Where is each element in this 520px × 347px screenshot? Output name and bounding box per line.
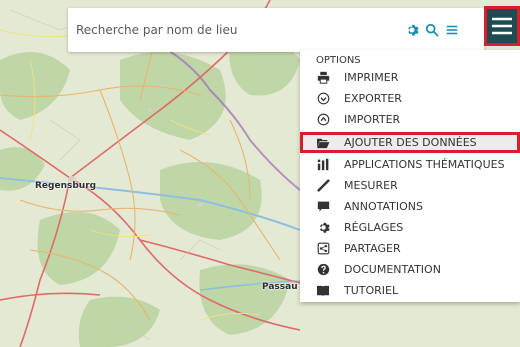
print-icon bbox=[316, 71, 330, 85]
menu-item-documentation[interactable]: DOCUMENTATION bbox=[300, 259, 520, 280]
menu-item-applications-thematiques[interactable]: APPLICATIONS THÉMATIQUES bbox=[300, 154, 520, 175]
menu-item-annotations[interactable]: ANNOTATIONS bbox=[300, 196, 520, 217]
map-label-passau: Passau bbox=[262, 282, 298, 292]
menu-item-importer[interactable]: IMPORTER bbox=[300, 109, 520, 130]
settings-icon bbox=[316, 221, 330, 235]
menu-item-ajouter-des-donnees[interactable]: AJOUTER DES DONNÉES bbox=[300, 132, 520, 153]
menu-item-mesurer[interactable]: MESURER bbox=[300, 175, 520, 196]
options-menu-title: OPTIONS bbox=[316, 55, 361, 66]
search-input[interactable] bbox=[76, 20, 376, 40]
search-bar bbox=[68, 8, 484, 52]
comment-icon bbox=[316, 200, 330, 214]
menu-item-partager[interactable]: PARTAGER bbox=[300, 238, 520, 259]
export-icon bbox=[316, 92, 330, 106]
menu-item-exporter[interactable]: EXPORTER bbox=[300, 88, 520, 109]
map-label-regensburg: Regensburg bbox=[35, 181, 97, 191]
search-icon[interactable] bbox=[422, 20, 442, 40]
options-menu: OPTIONS IMPRIMER EXPORTER IMPORTER AJOUT… bbox=[300, 50, 520, 302]
list-icon[interactable] bbox=[442, 20, 462, 40]
help-icon bbox=[316, 263, 330, 277]
thematic-apps-icon bbox=[316, 158, 330, 172]
main-menu-button[interactable] bbox=[484, 6, 520, 46]
hamburger-icon bbox=[492, 17, 512, 35]
settings-gear-icon[interactable] bbox=[402, 20, 422, 40]
menu-item-reglages[interactable]: RÉGLAGES bbox=[300, 217, 520, 238]
ruler-icon bbox=[316, 179, 330, 193]
menu-item-imprimer[interactable]: IMPRIMER bbox=[300, 67, 520, 88]
menu-item-tutoriel[interactable]: TUTORIEL bbox=[300, 280, 520, 301]
import-icon bbox=[316, 113, 330, 127]
book-icon bbox=[316, 284, 330, 298]
share-icon bbox=[316, 242, 330, 256]
folder-open-icon bbox=[316, 136, 330, 150]
